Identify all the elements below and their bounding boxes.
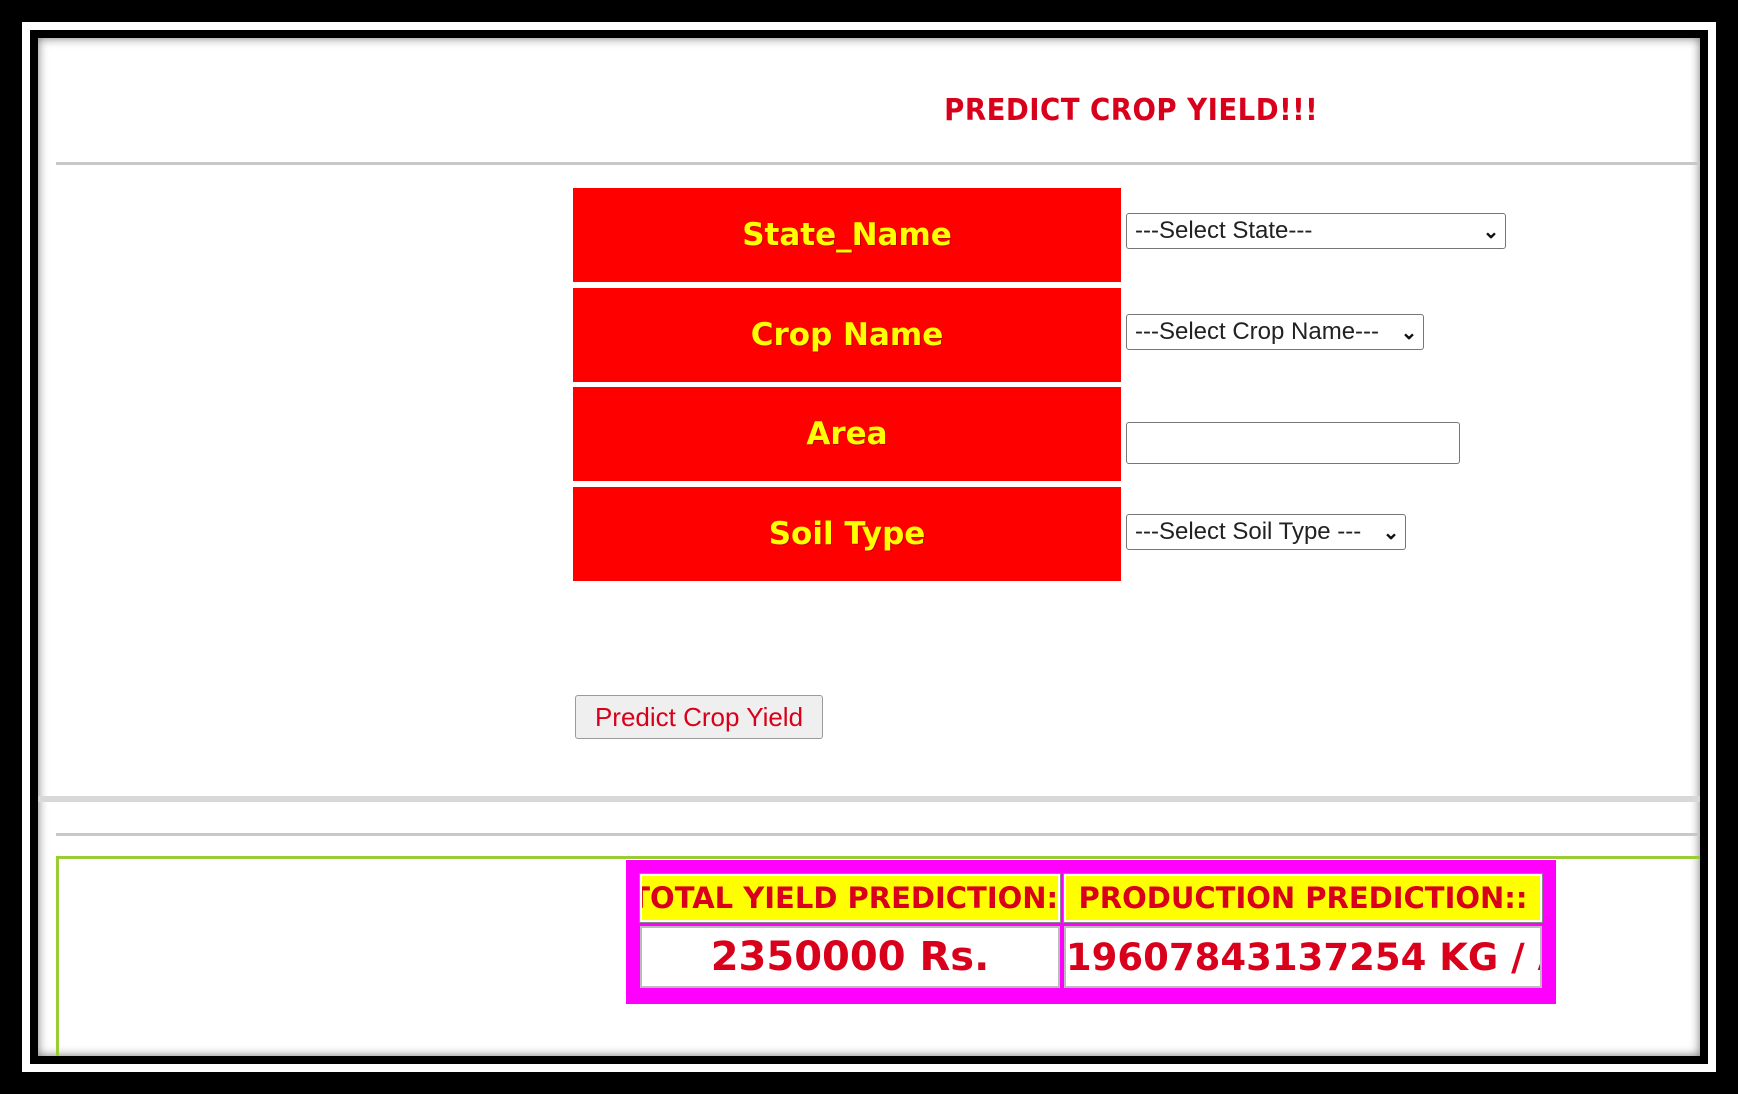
state-label: State_Name (573, 188, 1121, 282)
yield-header: TOTAL YIELD PREDICTION:: (639, 873, 1061, 923)
chevron-down-icon: ⌄ (1382, 521, 1400, 544)
crop-select[interactable]: ---Select Crop Name--- ⌄ (1126, 314, 1424, 350)
chevron-down-icon: ⌄ (1400, 321, 1418, 344)
state-select-value: ---Select State--- (1135, 217, 1313, 244)
results-divider (56, 833, 1700, 836)
section-divider (38, 796, 1700, 802)
crop-select-value: ---Select Crop Name--- (1135, 318, 1380, 345)
state-select[interactable]: ---Select State--- ⌄ (1126, 213, 1506, 249)
top-divider (56, 162, 1700, 165)
results-table: TOTAL YIELD PREDICTION:: PRODUCTION PRED… (626, 860, 1556, 1004)
soil-label: Soil Type (573, 487, 1121, 581)
predict-crop-yield-button[interactable]: Predict Crop Yield (575, 695, 823, 739)
chevron-down-icon: ⌄ (1482, 220, 1500, 243)
yield-value: 2350000 Rs. (640, 926, 1060, 988)
area-label: Area (573, 387, 1121, 481)
production-value: 490.19607843137254 KG / Acre (1064, 926, 1542, 988)
page-title: PREDICT CROP YIELD!!! (944, 93, 1319, 128)
crop-label: Crop Name (573, 288, 1121, 382)
soil-select[interactable]: ---Select Soil Type --- ⌄ (1126, 514, 1406, 550)
page-content: PREDICT CROP YIELD!!! State_Name ---Sele… (38, 38, 1700, 1056)
production-header: PRODUCTION PREDICTION:: (1063, 873, 1543, 923)
soil-select-value: ---Select Soil Type --- (1135, 518, 1362, 545)
area-input[interactable] (1126, 422, 1460, 464)
